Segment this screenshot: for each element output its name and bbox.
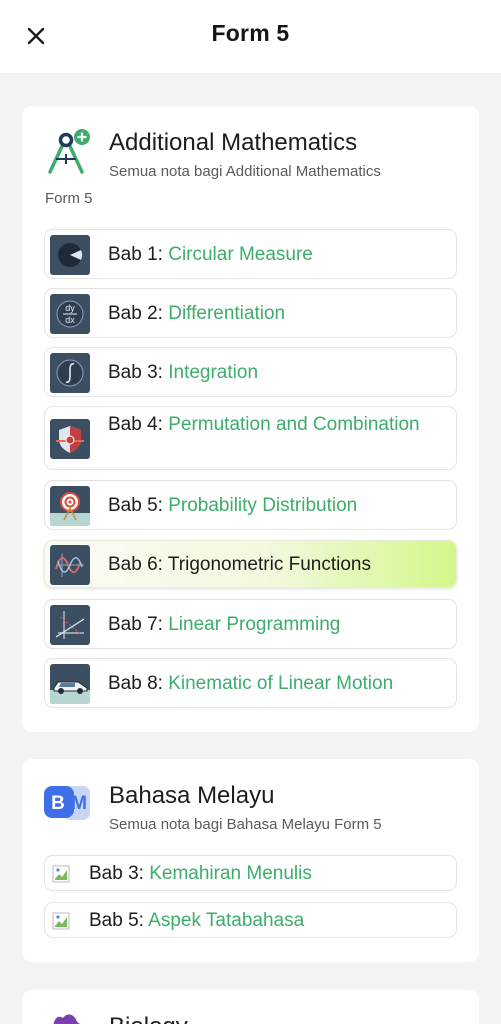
- subject-description: Semua nota bagi Bahasa Melayu Form 5: [109, 816, 382, 833]
- subject-title: Biology: [109, 1013, 188, 1024]
- graph-icon: [50, 605, 90, 645]
- integral-icon: [50, 353, 90, 393]
- chapter-item-differentiation[interactable]: dy dx Bab 2: Differentiation: [44, 288, 457, 338]
- chapter-label: Bab 6: Trigonometric Functions: [108, 554, 371, 575]
- chapter-label: Bab 3: Integration: [108, 362, 259, 383]
- subject-card-additional-mathematics: Additional Mathematics Semua nota bagi A…: [22, 106, 479, 732]
- page-title: Form 5: [211, 20, 290, 46]
- chapter-item-permutation-and-combination[interactable]: Bab 4: Permutation and Combination: [44, 406, 457, 470]
- target-icon: [50, 486, 90, 526]
- chapter-label: Bab 2: Differentiation: [108, 303, 286, 324]
- subject-title: Bahasa Melayu: [109, 782, 275, 809]
- chapter-item-integration[interactable]: Bab 3: Integration: [44, 347, 457, 397]
- subject-card-bahasa-melayu: B M Bahasa Melayu Semua nota bagi Bahasa…: [22, 759, 479, 962]
- chapter-label: Bab 1: Circular Measure: [108, 244, 313, 265]
- chapter-label: Bab 3: Kemahiran Menulis: [89, 863, 312, 884]
- dy-dx-icon: dy dx: [50, 294, 90, 334]
- chapter-item-circular-measure[interactable]: Bab 1: Circular Measure: [44, 229, 457, 279]
- biology-icon: [47, 1010, 87, 1024]
- chapter-item-kinematic-of-linear-motion[interactable]: Bab 8: Kinematic of Linear Motion: [44, 658, 457, 708]
- shield-icon: [50, 419, 90, 459]
- chapter-label: Bab 5: Aspek Tatabahasa: [89, 910, 305, 931]
- svg-text:dx: dx: [65, 315, 75, 325]
- chapter-item-aspek-tatabahasa[interactable]: Bab 5: Aspek Tatabahasa: [44, 902, 457, 938]
- circular-measure-icon: [50, 235, 90, 275]
- chapter-item-linear-programming[interactable]: Bab 7: Linear Programming: [44, 599, 457, 649]
- top-bar: Form 5: [0, 0, 501, 73]
- chapter-item-kemahiran-menulis[interactable]: Bab 3: Kemahiran Menulis: [44, 855, 457, 891]
- chapter-label: Bab 4: Permutation and Combination: [108, 414, 420, 435]
- svg-text:dy: dy: [65, 303, 75, 313]
- chapter-label: Bab 7: Linear Programming: [108, 614, 341, 635]
- car-icon: [50, 664, 90, 704]
- bm-icon: B M: [44, 784, 90, 822]
- sine-wave-icon: [50, 545, 90, 585]
- chapter-label: Bab 5: Probability Distribution: [108, 495, 358, 516]
- subject-description: Semua nota bagi Additional Mathematics Fo…: [45, 163, 381, 207]
- broken-image-icon: [52, 912, 70, 930]
- svg-text:M: M: [71, 793, 87, 814]
- subject-title: Additional Mathematics: [109, 129, 358, 156]
- chapter-item-probability-distribution[interactable]: Bab 5: Probability Distribution: [44, 480, 457, 530]
- broken-image-icon: [52, 865, 70, 883]
- svg-text:B: B: [51, 793, 65, 814]
- chapter-item-trigonometric-functions[interactable]: Bab 6: Trigonometric Functions: [44, 540, 457, 588]
- subject-card-biology: Biology: [22, 990, 479, 1024]
- chapter-label: Bab 8: Kinematic of Linear Motion: [108, 673, 394, 694]
